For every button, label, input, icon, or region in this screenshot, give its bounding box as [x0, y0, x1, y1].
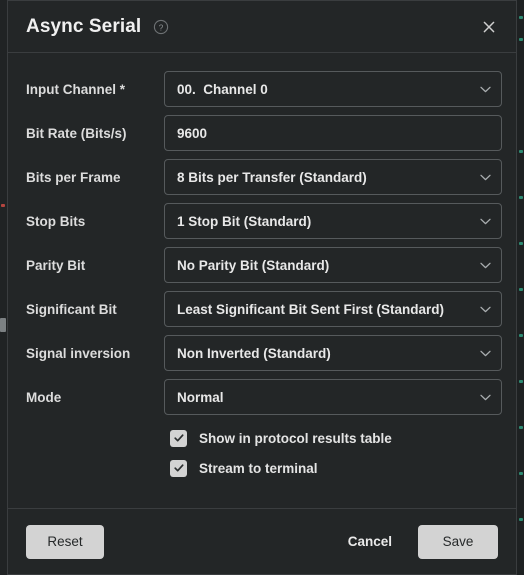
close-icon[interactable]	[476, 14, 502, 40]
dialog-header: Async Serial ?	[8, 1, 516, 53]
field-label-bits-per-frame: Bits per Frame	[26, 169, 121, 185]
chevron-down-icon	[479, 303, 491, 315]
edge-mark	[519, 380, 523, 383]
bits-per-frame-value: 8 Bits per Transfer (Standard)	[177, 169, 367, 185]
field-label-input-channel: Input Channel *	[26, 81, 125, 97]
signal-inversion-select[interactable]: Non Inverted (Standard)	[164, 335, 502, 371]
field-label-signal-inversion: Signal inversion	[26, 345, 131, 361]
chevron-down-icon	[479, 215, 491, 227]
field-label-bit-rate: Bit Rate (Bits/s)	[26, 125, 127, 141]
significant-bit-value: Least Significant Bit Sent First (Standa…	[177, 301, 445, 317]
checkbox-row-show-in-protocol-results-table[interactable]: Show in protocol results table	[164, 423, 502, 453]
edge-mark	[519, 38, 523, 41]
edge-mark	[0, 318, 6, 332]
edge-mark	[519, 426, 523, 429]
help-circle-icon[interactable]: ?	[153, 19, 169, 35]
field-label-mode: Mode	[26, 389, 62, 405]
save-button[interactable]: Save	[418, 524, 498, 559]
bit-rate-value: 9600	[177, 125, 208, 141]
form-row-bits-per-frame: Bits per Frame 8 Bits per Transfer (Stan…	[26, 159, 502, 195]
async-serial-dialog: Async Serial ? Input Channel * 00. Chann…	[7, 0, 517, 575]
check-icon	[173, 464, 184, 472]
edge-mark	[519, 288, 523, 291]
stop-bits-select[interactable]: 1 Stop Bit (Standard)	[164, 203, 502, 239]
form-row-parity-bit: Parity Bit No Parity Bit (Standard)	[26, 247, 502, 283]
bits-per-frame-select[interactable]: 8 Bits per Transfer (Standard)	[164, 159, 502, 195]
check-icon	[173, 434, 184, 442]
stop-bits-value: 1 Stop Bit (Standard)	[177, 213, 312, 229]
edge-mark	[519, 150, 523, 153]
chevron-down-icon	[479, 171, 491, 183]
form-row-signal-inversion: Signal inversion Non Inverted (Standard)	[26, 335, 502, 371]
edge-mark	[1, 204, 5, 207]
field-label-stop-bits: Stop Bits	[26, 213, 86, 229]
checkbox-label-show-in-protocol-results-table[interactable]: Show in protocol results table	[199, 431, 392, 446]
svg-text:?: ?	[159, 23, 164, 32]
mode-select[interactable]: Normal	[164, 379, 502, 415]
page-title: Async Serial	[26, 15, 142, 37]
form-row-stop-bits: Stop Bits 1 Stop Bit (Standard)	[26, 203, 502, 239]
reset-button[interactable]: Reset	[26, 524, 104, 559]
cancel-button[interactable]: Cancel	[332, 525, 408, 559]
edge-mark	[519, 518, 523, 521]
checkbox-show-in-protocol-results-table[interactable]	[170, 429, 187, 447]
right-edge-strip	[517, 0, 524, 575]
significant-bit-select[interactable]: Least Significant Bit Sent First (Standa…	[164, 291, 502, 327]
bit-rate-input[interactable]: 9600	[164, 115, 502, 151]
checkbox-stream-to-terminal[interactable]	[170, 459, 187, 477]
chevron-down-icon	[479, 391, 491, 403]
edge-mark	[519, 196, 523, 199]
dialog-body: Input Channel * 00. Channel 0 Bit Rate (…	[8, 53, 516, 508]
edge-mark	[519, 16, 523, 19]
left-edge-strip	[0, 0, 7, 575]
checkbox-label-stream-to-terminal[interactable]: Stream to terminal	[199, 461, 318, 476]
input-channel-value: 00. Channel 0	[177, 81, 268, 97]
checkbox-row-stream-to-terminal[interactable]: Stream to terminal	[164, 453, 502, 483]
signal-inversion-value: Non Inverted (Standard)	[177, 345, 331, 361]
form-row-mode: Mode Normal	[26, 379, 502, 415]
mode-value: Normal	[177, 389, 224, 405]
edge-mark	[519, 472, 523, 475]
form-row-bit-rate: Bit Rate (Bits/s) 9600	[26, 115, 502, 151]
dialog-footer: Reset Cancel Save	[8, 508, 516, 574]
chevron-down-icon	[479, 347, 491, 359]
parity-bit-value: No Parity Bit (Standard)	[177, 257, 330, 273]
chevron-down-icon	[479, 259, 491, 271]
field-label-significant-bit: Significant Bit	[26, 301, 117, 317]
input-channel-select[interactable]: 00. Channel 0	[164, 71, 502, 107]
form-row-input-channel: Input Channel * 00. Channel 0	[26, 71, 502, 107]
field-label-parity-bit: Parity Bit	[26, 257, 86, 273]
edge-mark	[519, 242, 523, 245]
parity-bit-select[interactable]: No Parity Bit (Standard)	[164, 247, 502, 283]
form-row-significant-bit: Significant Bit Least Significant Bit Se…	[26, 291, 502, 327]
chevron-down-icon	[479, 83, 491, 95]
edge-mark	[519, 334, 523, 337]
